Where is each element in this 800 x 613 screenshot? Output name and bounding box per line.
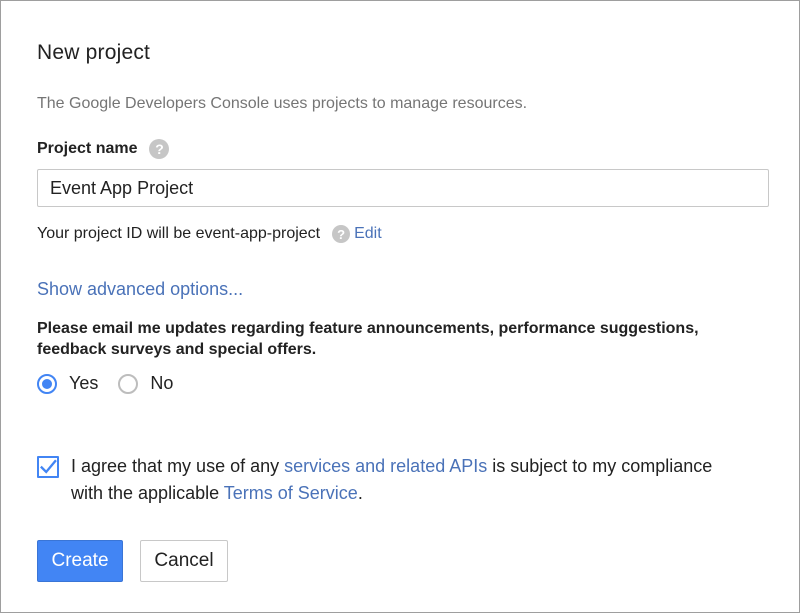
agreement-text-before: I agree that my use of any (71, 456, 285, 476)
new-project-dialog: New project The Google Developers Consol… (0, 0, 800, 613)
radio-label-yes: Yes (69, 373, 99, 393)
dialog-intro-text: The Google Developers Console uses proje… (37, 95, 528, 112)
show-advanced-options-link[interactable]: Show advanced options... (37, 279, 243, 300)
radio-selected-dot (42, 378, 52, 389)
terms-agreement-text: I agree that my use of any services and … (71, 453, 721, 507)
project-name-label: Project name (37, 140, 138, 157)
project-id-row: Your project ID will be event-app-projec… (37, 225, 382, 243)
dialog-title: New project (37, 41, 151, 64)
create-button[interactable]: Create (37, 540, 123, 582)
terms-agreement-row: I agree that my use of any services and … (37, 453, 721, 507)
email-updates-no-option[interactable]: No (118, 373, 173, 394)
email-updates-radio-group: Yes No (37, 373, 193, 394)
terms-of-service-link[interactable]: Terms of Service (224, 483, 358, 503)
cancel-button[interactable]: Cancel (140, 540, 228, 582)
radio-button-yes[interactable] (37, 373, 57, 394)
question-icon[interactable]: ? (149, 139, 170, 159)
project-id-text: Your project ID will be event-app-projec… (37, 225, 321, 242)
edit-project-id-link[interactable]: Edit (354, 225, 382, 243)
radio-button-no[interactable] (118, 373, 139, 394)
radio-label-no: No (150, 373, 174, 393)
project-name-label-row: Project name ? (37, 139, 170, 159)
agreement-text-after: . (357, 483, 363, 503)
services-apis-link[interactable]: services and related APIs (284, 456, 487, 476)
email-updates-prompt: Please email me updates regarding featur… (37, 320, 699, 358)
question-icon[interactable]: ? (332, 225, 351, 243)
checkmark-icon (40, 459, 57, 474)
project-name-input[interactable] (37, 169, 769, 207)
terms-agreement-checkbox[interactable] (37, 456, 59, 478)
email-updates-yes-option[interactable]: Yes (37, 373, 98, 394)
